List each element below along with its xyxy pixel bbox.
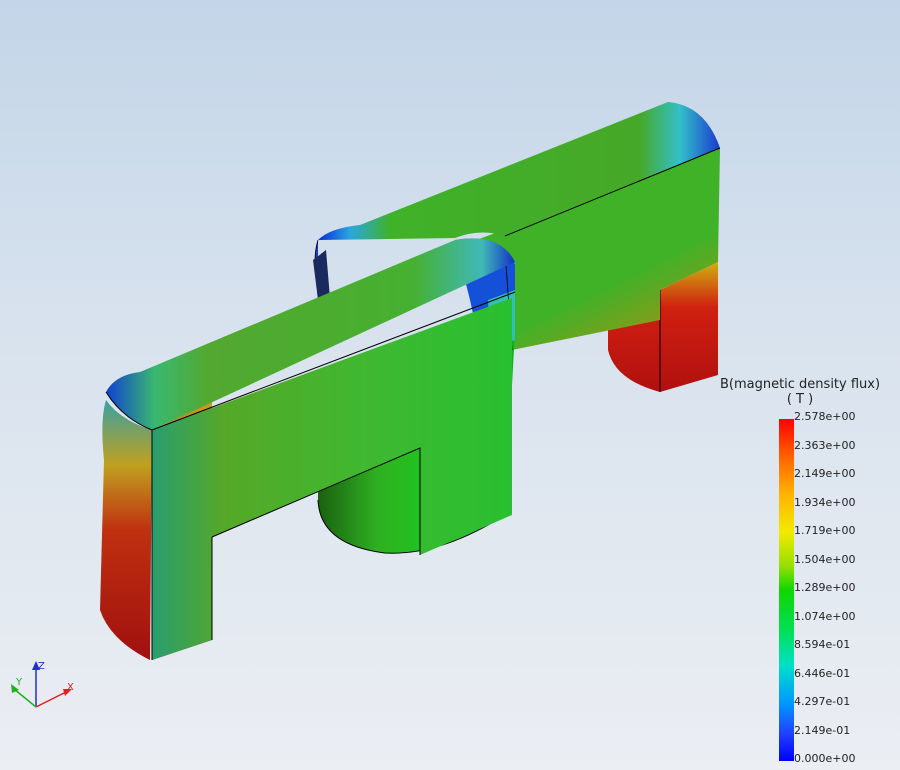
x-axis-line: [35, 690, 69, 708]
legend-tick: 4.297e-01: [794, 695, 851, 708]
legend-tick: 1.719e+00: [794, 524, 856, 537]
front-core: [100, 238, 516, 660]
axes-triad[interactable]: Z X Y: [11, 661, 74, 708]
legend-tick: 1.934e+00: [794, 496, 856, 509]
y-axis-label: Y: [15, 677, 23, 688]
legend-tick: 6.446e-01: [794, 667, 851, 680]
front-left-leg-side: [100, 400, 152, 660]
legend-tick: 1.074e+00: [794, 610, 856, 623]
legend-unit: ( T ): [786, 392, 814, 407]
legend-tick: 0.000e+00: [794, 752, 856, 765]
z-axis-label: Z: [38, 661, 45, 672]
legend-tick: 1.504e+00: [794, 553, 856, 566]
color-scale-bar: [779, 419, 794, 761]
y-axis-line: [13, 688, 37, 708]
legend-tick: 2.149e+00: [794, 467, 856, 480]
legend-tick: 2.578e+00: [794, 410, 856, 423]
back-core: [313, 102, 721, 392]
legend-tick: 8.594e-01: [794, 638, 851, 651]
legend-tick: 1.289e+00: [794, 581, 856, 594]
legend-tick: 2.363e+00: [794, 439, 856, 452]
x-axis-label: X: [67, 682, 74, 693]
legend-title: B(magnetic density flux): [719, 377, 881, 392]
legend-tick: 2.149e-01: [794, 724, 851, 737]
